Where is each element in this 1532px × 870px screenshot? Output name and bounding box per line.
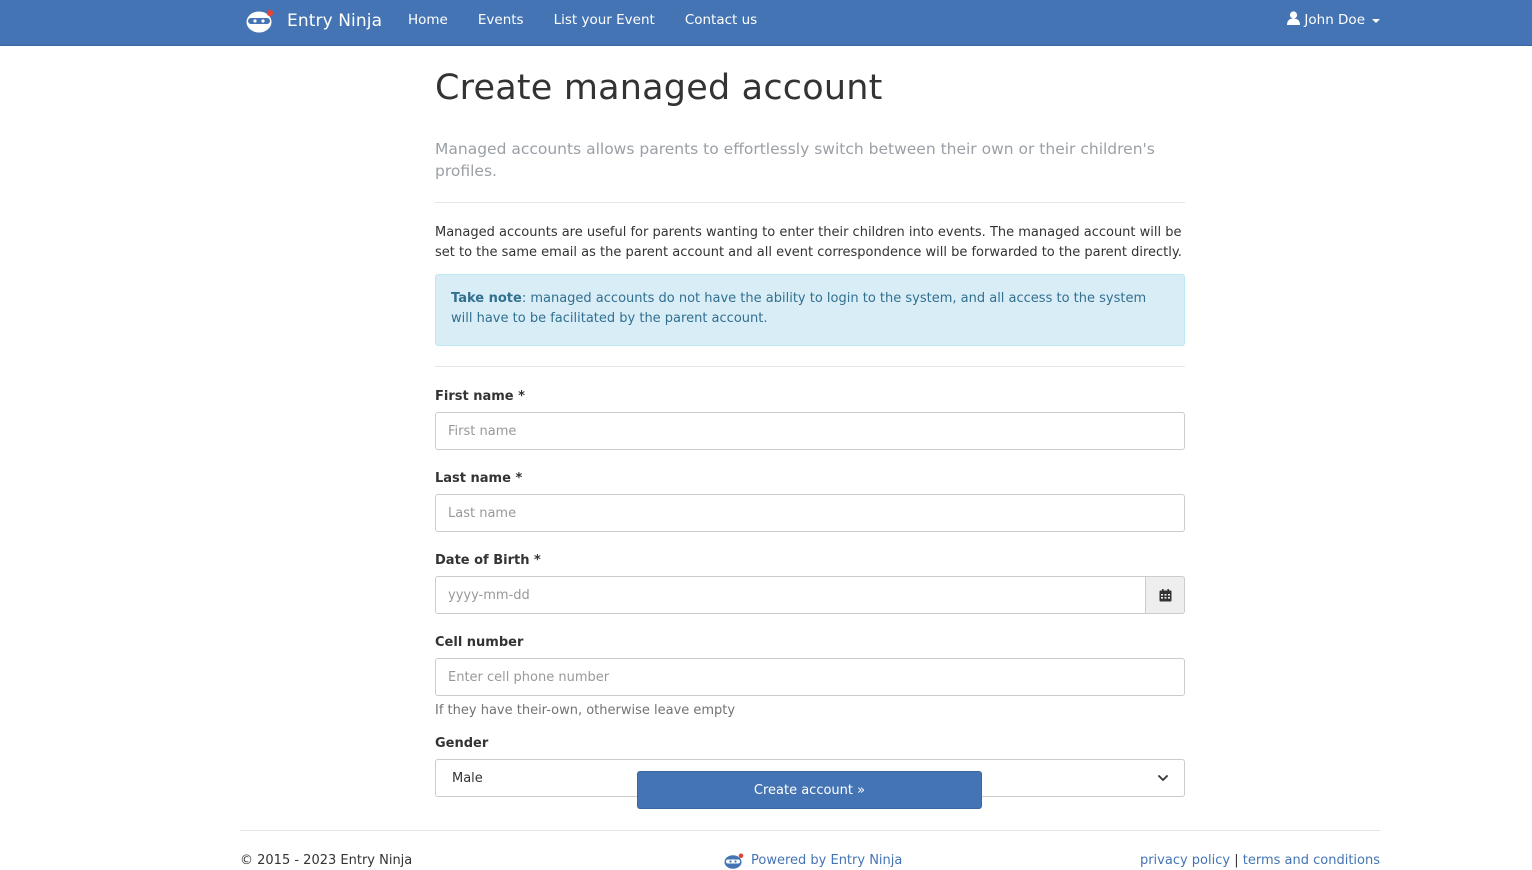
page-title: Create managed account bbox=[435, 68, 883, 108]
footer-links: privacy policy | terms and conditions bbox=[1140, 852, 1380, 870]
terms-link[interactable]: terms and conditions bbox=[1243, 853, 1380, 868]
user-name: John Doe bbox=[1304, 12, 1365, 28]
dob-input-group bbox=[435, 576, 1185, 614]
gender-label: Gender bbox=[435, 736, 489, 751]
top-navbar: Entry Ninja Home Events List your Event … bbox=[0, 0, 1532, 46]
nav-list-your-event[interactable]: List your Event bbox=[539, 0, 670, 40]
footer-separator: | bbox=[1234, 853, 1239, 868]
brand[interactable]: Entry Ninja bbox=[246, 7, 382, 35]
privacy-policy-link[interactable]: privacy policy bbox=[1140, 853, 1230, 868]
cell-input[interactable] bbox=[435, 658, 1185, 696]
powered-by-text: Powered by Entry Ninja bbox=[751, 853, 903, 868]
ninja-logo-icon bbox=[724, 853, 744, 869]
alert-text: : managed accounts do not have the abili… bbox=[451, 291, 1147, 326]
first-name-group: First name * bbox=[435, 388, 1185, 450]
page-lead: Managed accounts allows parents to effor… bbox=[435, 140, 1155, 180]
calendar-icon bbox=[1159, 588, 1171, 601]
dob-group: Date of Birth * bbox=[435, 552, 1185, 614]
ninja-logo-icon bbox=[246, 9, 274, 33]
dob-input[interactable] bbox=[435, 576, 1146, 614]
brand-name: Entry Ninja bbox=[287, 11, 383, 31]
intro-text: Managed accounts are useful for parents … bbox=[435, 225, 1182, 260]
user-icon bbox=[1287, 11, 1304, 29]
caret-down-icon bbox=[1372, 19, 1380, 23]
last-name-input[interactable] bbox=[435, 494, 1185, 532]
cell-label: Cell number bbox=[435, 635, 524, 650]
last-name-group: Last name * bbox=[435, 470, 1185, 532]
gender-selected-value: Male bbox=[452, 770, 483, 786]
dob-label: Date of Birth * bbox=[435, 553, 541, 568]
alert-label: Take note bbox=[451, 291, 522, 306]
main-content: Create managed account Managed accounts … bbox=[435, 46, 1185, 797]
last-name-label: Last name * bbox=[435, 471, 523, 486]
divider bbox=[435, 202, 1185, 203]
footer-divider bbox=[240, 830, 1380, 831]
cell-group: Cell number If they have their-own, othe… bbox=[435, 634, 1185, 719]
info-alert: Take note: managed accounts do not have … bbox=[435, 274, 1185, 346]
copyright: © 2015 - 2023 Entry Ninja bbox=[240, 853, 413, 868]
divider bbox=[435, 366, 1185, 367]
first-name-label: First name * bbox=[435, 389, 525, 404]
nav-home[interactable]: Home bbox=[393, 0, 463, 40]
main-nav: Home Events List your Event Contact us bbox=[393, 0, 772, 40]
nav-events[interactable]: Events bbox=[463, 0, 539, 40]
chevron-down-icon bbox=[1158, 774, 1168, 781]
first-name-input[interactable] bbox=[435, 412, 1185, 450]
nav-contact-us[interactable]: Contact us bbox=[670, 0, 772, 40]
user-menu[interactable]: John Doe bbox=[1287, 0, 1380, 40]
create-account-button[interactable]: Create account » bbox=[637, 771, 982, 809]
cell-help-text: If they have their-own, otherwise leave … bbox=[435, 703, 736, 718]
calendar-button[interactable] bbox=[1146, 576, 1185, 614]
powered-by-link[interactable]: Powered by Entry Ninja bbox=[724, 852, 902, 870]
